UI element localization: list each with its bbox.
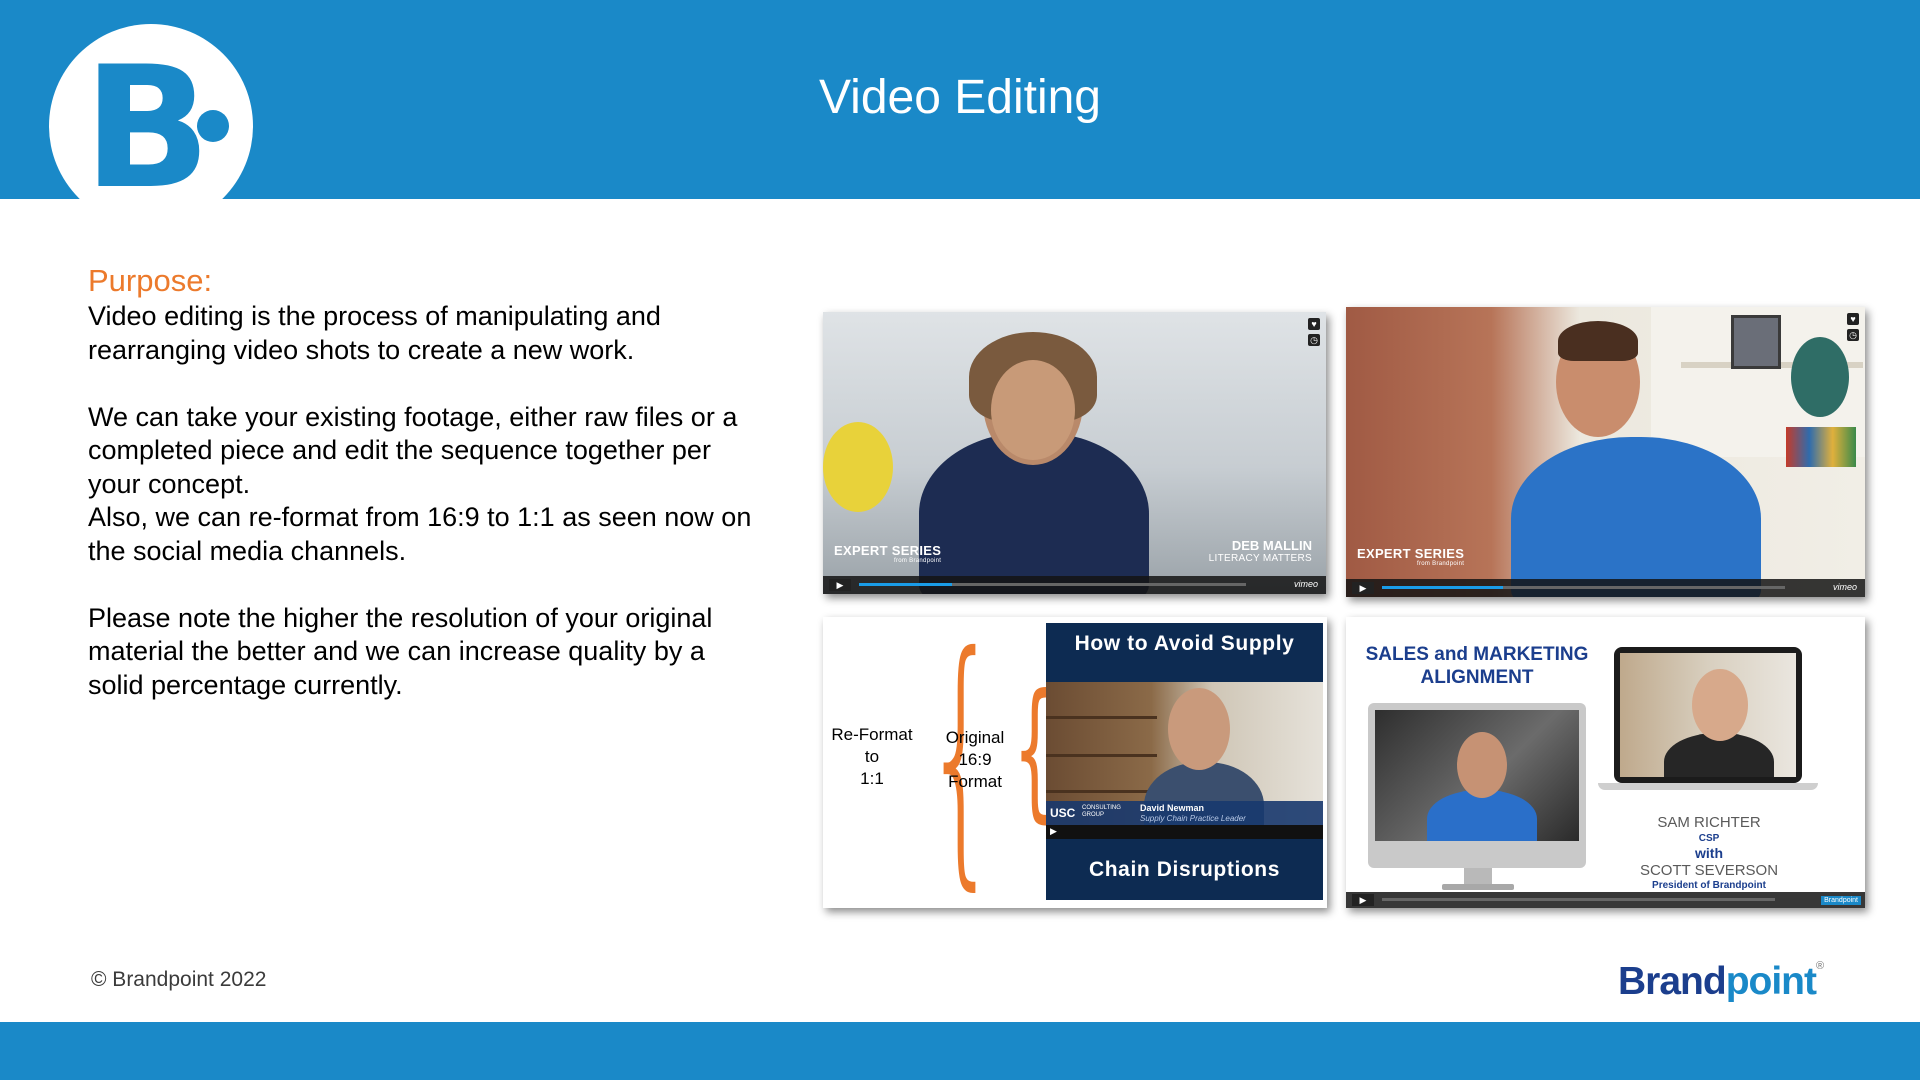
speaker-2-name: SCOTT SEVERSON [1639, 862, 1779, 879]
body-line: We can take your existing footage, eithe… [88, 401, 738, 432]
body-line: completed piece and edit the sequence to… [88, 435, 711, 465]
body-line: Please note the higher the resolution of… [88, 602, 713, 633]
laptop [1614, 647, 1802, 783]
presenter-lower-third: DEB MALLIN LITERACY MATTERS [1209, 538, 1312, 564]
brand-part-2: point [1725, 960, 1817, 1003]
player-side-icons: ♥ ◷ [1847, 313, 1859, 345]
reformat-line: Re-Format [831, 725, 913, 744]
brand-part-1: Brand [1618, 960, 1727, 1003]
original-format-label: Original 16:9 Format [935, 727, 1015, 793]
speaker-1-name: SAM RICHTER [1657, 814, 1761, 831]
play-icon[interactable]: ▶ [1050, 826, 1057, 837]
square-bottom-text: Chain Disruptions [1088, 858, 1281, 881]
speaker-2-title: President of Brandpoint [1652, 880, 1766, 891]
with-label: with [1695, 845, 1723, 861]
laptop-screen [1620, 653, 1796, 777]
presenter-head [1692, 669, 1748, 741]
presenter-head [1168, 688, 1230, 770]
usc-logo: USC [1050, 806, 1076, 820]
speaker-1-title: CSP [1698, 833, 1720, 844]
body-line: rearranging video shots to create a new … [88, 334, 635, 365]
reformat-label: Re-Format to 1:1 [827, 724, 917, 790]
series-sub: from Brandpoint [1417, 561, 1465, 567]
usc-sub: CONSULTING GROUP [1082, 805, 1121, 818]
presenter-name: DEB MALLIN [1231, 538, 1312, 553]
sales-title-line: ALIGNMENT [1420, 667, 1534, 688]
footer-bar [0, 1022, 1920, 1080]
video-control-bar: ▶ Brandpoint [1346, 892, 1865, 908]
presenter-lower-third: USC CONSULTING GROUP David Newman Supply… [1046, 801, 1323, 825]
body-line: Also, we can re-format from 16:9 to 1:1 … [88, 502, 752, 532]
sales-title-line: SALES and MARKETING [1365, 644, 1589, 665]
body-line: your concept. [88, 468, 251, 499]
logo-dot-icon [197, 110, 229, 142]
progress-track[interactable] [1382, 586, 1785, 589]
video-control-bar: ▶ vimeo [823, 576, 1326, 594]
presenter-org: LITERACY MATTERS [1208, 553, 1312, 564]
play-icon[interactable]: ▶ [1352, 582, 1374, 594]
presenter-face [991, 360, 1075, 460]
purpose-body: Video editing is the process of manipula… [88, 300, 788, 702]
video-thumbnail-expert-series[interactable]: ♥ ◷ EXPERT SERIES from Brandpoint ▶ vime… [1346, 307, 1865, 597]
logo-letter: B [83, 30, 212, 226]
presenter-hair [1558, 321, 1638, 361]
body-line: the social media channels. [88, 535, 407, 566]
square-top-text: How to Avoid Supply [1074, 632, 1295, 655]
original-line: 16:9 [958, 750, 992, 769]
heart-icon[interactable]: ♥ [1308, 318, 1320, 330]
heart-icon[interactable]: ♥ [1847, 313, 1859, 325]
brandpoint-wordmark-logo: Brandpoint® [1618, 960, 1824, 1004]
header-bar: Video Editing [0, 0, 1920, 199]
body-line: Video editing is the process of manipula… [88, 301, 661, 331]
series-label: EXPERT SERIES from Brandpoint [1357, 546, 1464, 567]
clock-icon[interactable]: ◷ [1308, 334, 1320, 346]
reformat-line: to [864, 747, 880, 766]
speaker-credits: SAM RICHTER CSP with SCOTT SEVERSON Pres… [1604, 814, 1814, 891]
square-1x1-video[interactable]: How to Avoid Supply USC CONSULTING GROUP… [1046, 623, 1323, 900]
progress-track[interactable] [859, 583, 1246, 586]
presenter-name: David Newman [1140, 803, 1205, 813]
registered-mark: ® [1815, 960, 1824, 972]
copyright-text: © Brandpoint 2022 [91, 968, 267, 991]
reformat-example: Re-Format to 1:1 { Original 16:9 Format … [823, 617, 1327, 908]
presenter-role: Supply Chain Practice Leader [1140, 814, 1246, 823]
page-title: Video Editing [819, 71, 1101, 124]
books [1786, 427, 1856, 467]
original-line: Original [945, 728, 1005, 747]
embedded-16x9-video[interactable]: USC CONSULTING GROUP David Newman Supply… [1046, 682, 1323, 839]
video-control-bar: ▶ [1046, 825, 1323, 839]
desktop-monitor [1368, 703, 1586, 890]
sales-title: SALES and MARKETING ALIGNMENT [1362, 643, 1592, 689]
monitor-screen [1375, 710, 1579, 841]
vimeo-logo[interactable]: vimeo [1833, 582, 1857, 592]
series-title: EXPERT SERIES [1357, 546, 1465, 561]
clock-icon[interactable]: ◷ [1847, 329, 1859, 341]
purpose-label: Purpose: [88, 263, 213, 298]
original-line: Format [948, 772, 1002, 791]
play-icon[interactable]: ▶ [1352, 894, 1374, 906]
flowers [823, 422, 893, 512]
video-control-bar: ▶ vimeo [1346, 579, 1865, 597]
series-title: EXPERT SERIES [834, 543, 942, 558]
brandpoint-b-logo: B [49, 24, 253, 228]
body-line: material the better and we can increase … [88, 636, 705, 666]
series-sub: from Brandpoint [894, 558, 942, 564]
brandpoint-badge: Brandpoint [1821, 896, 1861, 905]
body-line: solid percentage currently. [88, 669, 403, 700]
player-side-icons: ♥ ◷ [1308, 318, 1320, 350]
vase [1791, 337, 1849, 417]
series-label: EXPERT SERIES from Brandpoint [834, 543, 941, 564]
reformat-line: 1:1 [860, 769, 884, 788]
video-thumbnail-deb-mallin[interactable]: ♥ ◷ EXPERT SERIES from Brandpoint DEB MA… [823, 312, 1326, 594]
wall-frame [1731, 315, 1781, 369]
vimeo-logo[interactable]: vimeo [1294, 579, 1318, 589]
presenter-head [1457, 732, 1507, 798]
progress-track[interactable] [1382, 898, 1775, 901]
play-icon[interactable]: ▶ [829, 579, 851, 591]
presenter-figure [1511, 437, 1761, 597]
video-thumbnail-sales-marketing[interactable]: SALES and MARKETING ALIGNMENT SAM RICHTE… [1346, 617, 1865, 908]
